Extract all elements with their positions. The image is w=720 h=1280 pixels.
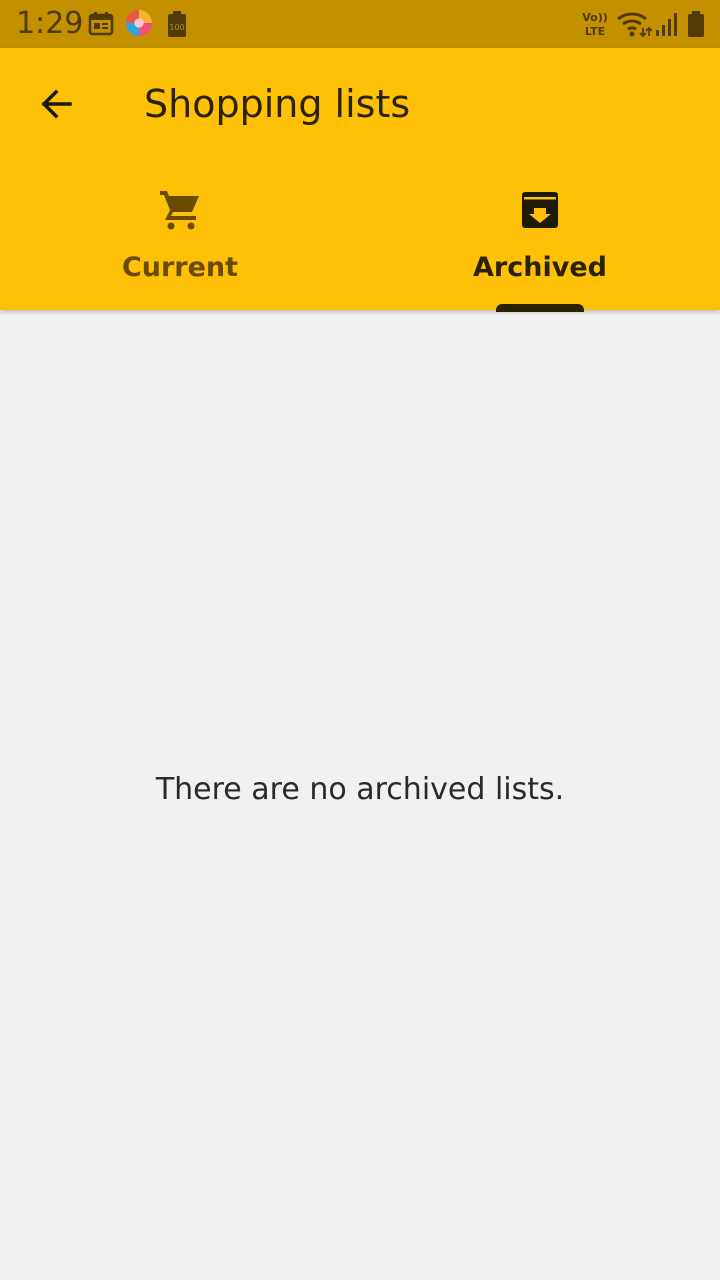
app-bar: Shopping lists Current Archived	[0, 48, 720, 312]
archive-icon	[522, 192, 558, 228]
status-time: 1:29	[16, 6, 84, 41]
svg-text:Vo)): Vo))	[582, 11, 608, 24]
page-title: Shopping lists	[144, 82, 411, 126]
shopping-cart-icon	[160, 191, 199, 230]
tab-archived[interactable]: Archived	[360, 178, 720, 310]
svg-text:LTE: LTE	[585, 25, 605, 38]
calendar-icon	[88, 12, 114, 36]
cell-signal-icon	[656, 13, 677, 36]
back-button[interactable]	[28, 76, 84, 132]
battery-icon	[688, 11, 704, 37]
arrow-back-icon	[41, 89, 72, 119]
photos-app-icon	[125, 9, 153, 37]
tab-archived-label: Archived	[473, 252, 607, 283]
tab-indicator	[496, 304, 584, 312]
volte-icon: Vo)) LTE	[582, 11, 608, 38]
wifi-icon	[617, 12, 652, 38]
tab-current[interactable]: Current	[0, 178, 360, 310]
svg-text:100: 100	[169, 23, 184, 32]
empty-state-message: There are no archived lists.	[155, 772, 565, 807]
battery-saver-icon: 100	[168, 11, 186, 37]
status-bar: 1:29 100 Vo)) LTE	[0, 0, 720, 48]
tab-current-label: Current	[121, 252, 239, 283]
